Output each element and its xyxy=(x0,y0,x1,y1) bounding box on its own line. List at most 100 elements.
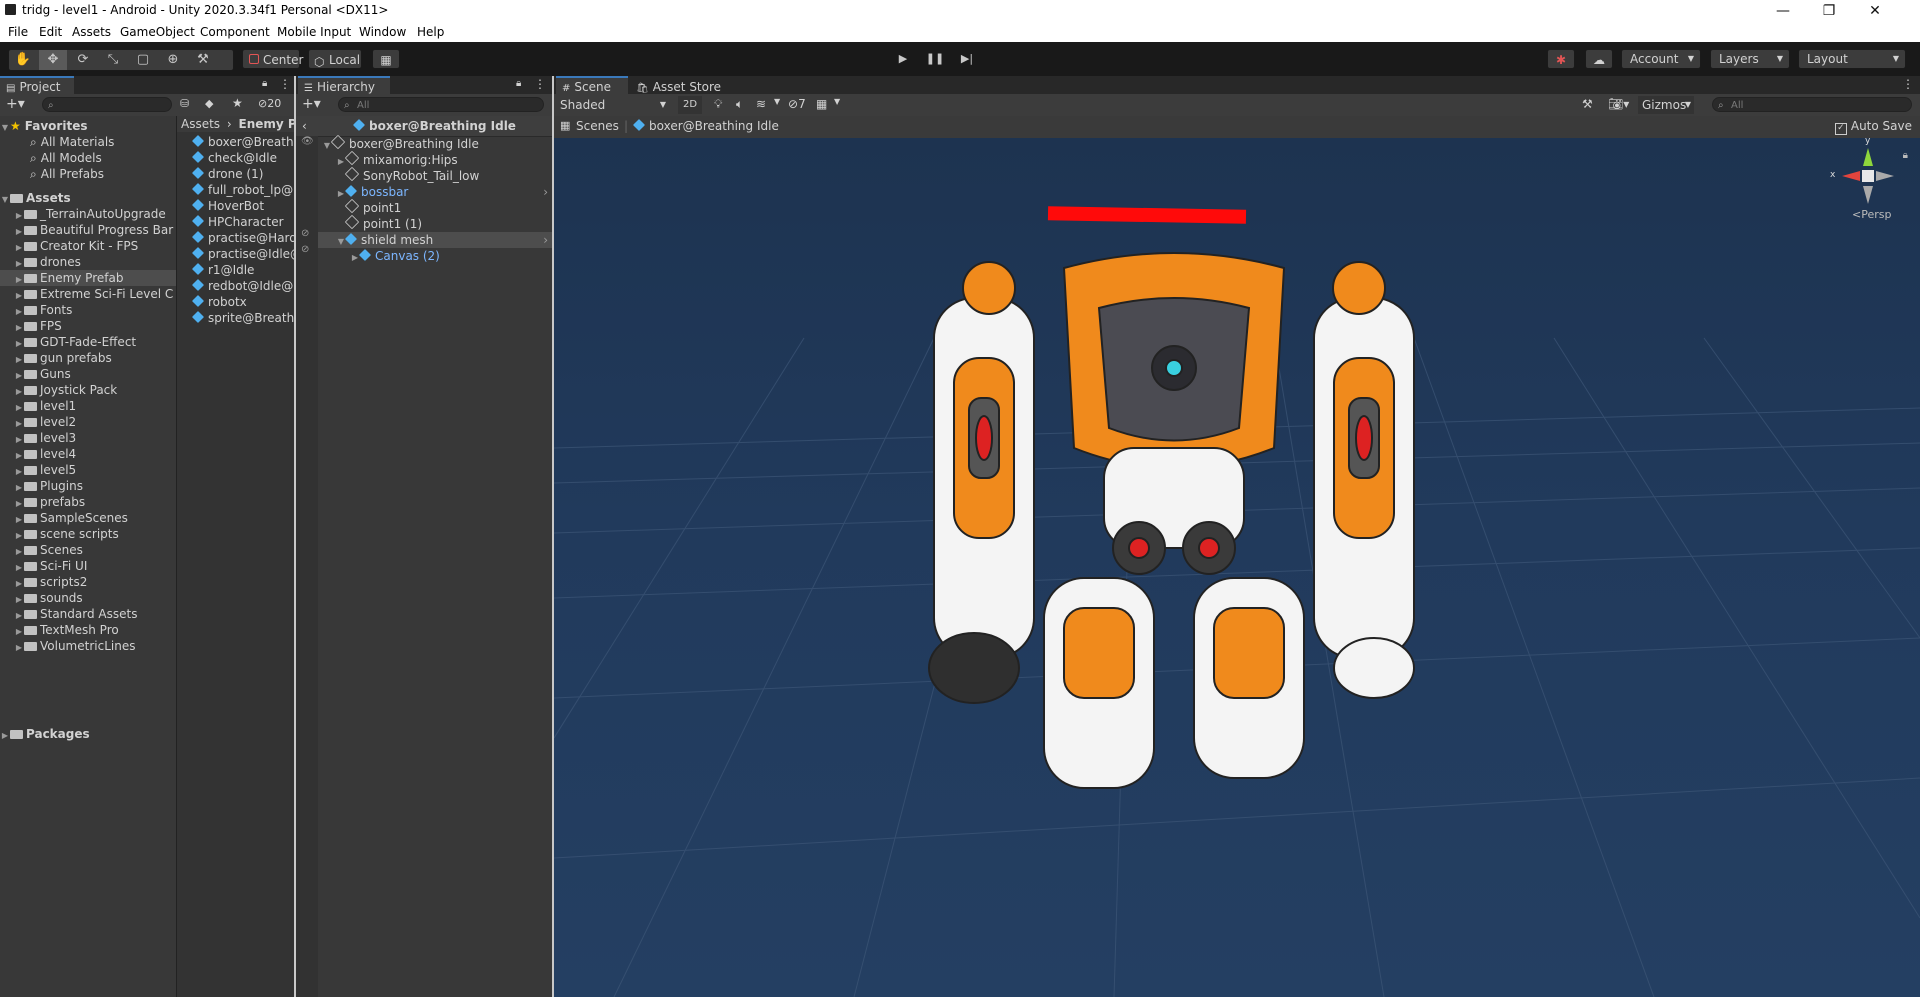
menu-assets[interactable]: Assets xyxy=(72,25,111,39)
tab-project[interactable]: ▤ Project xyxy=(0,76,74,94)
auto-save-toggle[interactable]: ✓ Auto Save xyxy=(1834,119,1912,135)
asset-file-item[interactable]: boxer@Breathir xyxy=(177,134,294,150)
shading-mode-dropdown[interactable]: Shaded ▼ xyxy=(556,96,672,114)
tools-icon[interactable]: ⚒ xyxy=(1582,97,1593,111)
asset-file-item[interactable]: r1@Idle xyxy=(177,262,294,278)
pivot-center-button[interactable]: Center xyxy=(242,49,303,69)
play-button[interactable]: ▶ xyxy=(888,49,918,69)
asset-file-item[interactable]: practise@Hard xyxy=(177,230,294,246)
pivot-local-button[interactable]: ⬡ Local xyxy=(308,49,362,69)
hierarchy-item[interactable]: ▶ Canvas (2) xyxy=(318,248,552,264)
lighting-icon[interactable]: 💡︎ xyxy=(714,97,722,112)
folder-item[interactable]: ▶ Creator Kit - FPS xyxy=(0,238,176,254)
hidden-objects-button[interactable]: ⊘7 xyxy=(788,97,806,111)
asset-file-item[interactable]: drone (1) xyxy=(177,166,294,182)
asset-file-item[interactable]: check@Idle xyxy=(177,150,294,166)
chevron-right-icon[interactable]: › xyxy=(543,232,548,248)
hand-tool-icon[interactable]: ✋ xyxy=(9,50,37,70)
layers-dropdown[interactable]: Layers ▼ xyxy=(1710,49,1790,69)
tab-hierarchy[interactable]: ☰ Hierarchy xyxy=(298,76,390,94)
panel-menu-icon[interactable]: ⋮ xyxy=(1902,77,1914,91)
visibility-eye-icon[interactable]: ⊘ xyxy=(301,244,309,255)
folder-item[interactable]: ▶ Plugins xyxy=(0,478,176,494)
menu-help[interactable]: Help xyxy=(417,25,444,39)
menu-edit[interactable]: Edit xyxy=(39,25,62,39)
create-add-icon[interactable]: +▾ xyxy=(302,96,321,112)
create-add-icon[interactable]: +▾ xyxy=(6,96,25,112)
scene-viewport[interactable]: y x <Persp 🔒︎ xyxy=(554,138,1920,997)
folder-item[interactable]: ▶ scene scripts xyxy=(0,526,176,542)
toggle-2d-button[interactable]: 2D xyxy=(678,96,702,114)
hierarchy-item[interactable]: ▼ shield mesh › xyxy=(318,232,552,248)
folder-item[interactable]: ▶ _TerrainAutoUpgrade xyxy=(0,206,176,222)
hierarchy-item[interactable]: ▶ mixamorig:Hips xyxy=(318,150,552,168)
hierarchy-item[interactable]: point1 xyxy=(318,198,552,216)
folder-item[interactable]: ▶ Standard Assets xyxy=(0,606,176,622)
folder-item[interactable]: ▶ Fonts xyxy=(0,302,176,318)
folder-item[interactable]: ▶ prefabs xyxy=(0,494,176,510)
rotate-tool-icon[interactable]: ⟳ xyxy=(69,50,97,70)
scale-tool-icon[interactable]: ⤡ xyxy=(99,50,127,70)
asset-file-item[interactable]: HPCharacter xyxy=(177,214,294,230)
hierarchy-item[interactable]: point1 (1) xyxy=(318,214,552,232)
folder-item[interactable]: ▶ level2 xyxy=(0,414,176,430)
folder-item[interactable]: ▶ GDT-Fade-Effect xyxy=(0,334,176,350)
folder-item[interactable]: ▶ gun prefabs xyxy=(0,350,176,366)
favorite-item[interactable]: ⌕ All Prefabs xyxy=(0,166,176,182)
step-button[interactable]: ▶| xyxy=(952,49,982,69)
effects-icon[interactable]: ≋ xyxy=(756,97,766,111)
minimize-button[interactable]: — xyxy=(1760,0,1806,22)
folder-item[interactable]: ▶ drones xyxy=(0,254,176,270)
folder-item[interactable]: ▶ Joystick Pack xyxy=(0,382,176,398)
asset-file-item[interactable]: sprite@Breathir xyxy=(177,310,294,326)
hierarchy-search-input[interactable]: ⌕ All xyxy=(338,97,544,112)
account-dropdown[interactable]: Account ▼ xyxy=(1621,49,1701,69)
move-tool-icon[interactable]: ✥ xyxy=(39,50,67,70)
chevron-right-icon[interactable]: › xyxy=(543,184,548,200)
breadcrumb-enemy-prefab[interactable]: Enemy Pre xyxy=(239,117,294,131)
visibility-eye-icon[interactable]: ⊘ xyxy=(301,228,309,239)
filter-type-icon[interactable]: ⛁ xyxy=(180,97,189,110)
layout-dropdown[interactable]: Layout ▼ xyxy=(1798,49,1906,69)
scene-search-input[interactable]: ⌕ All xyxy=(1712,97,1912,112)
breadcrumb-prefab[interactable]: boxer@Breathing Idle xyxy=(632,118,779,133)
folder-item[interactable]: ▶ TextMesh Pro xyxy=(0,622,176,638)
rect-tool-icon[interactable]: ▢ xyxy=(129,50,157,70)
hierarchy-item[interactable]: ▶ bossbar › xyxy=(318,184,552,200)
cloud-button[interactable]: ☁ xyxy=(1585,49,1613,69)
folder-item[interactable]: ▶ Enemy Prefab xyxy=(0,270,176,286)
camera-icon[interactable]: 📷︎▾ xyxy=(1608,97,1629,111)
panel-menu-icon[interactable]: ⋮ xyxy=(534,77,546,91)
folder-item[interactable]: ▶ level1 xyxy=(0,398,176,414)
gizmo-lock-icon[interactable]: 🔒︎ xyxy=(1903,150,1908,161)
favorites-header[interactable]: ▼ ★ Favorites xyxy=(0,118,176,134)
favorite-star-icon[interactable]: ★ xyxy=(232,96,243,110)
gizmos-dropdown[interactable]: Gizmos ▼ xyxy=(1638,96,1694,114)
breadcrumb-assets[interactable]: Assets xyxy=(181,117,220,131)
menu-gameobject[interactable]: GameObject xyxy=(120,25,195,39)
folder-item[interactable]: ▶ Extreme Sci-Fi Level C xyxy=(0,286,176,302)
favorite-item[interactable]: ⌕ All Materials xyxy=(0,134,176,150)
panel-menu-icon[interactable]: ⋮ xyxy=(279,77,291,91)
asset-file-item[interactable]: redbot@Idle@Ic xyxy=(177,278,294,294)
folder-item[interactable]: ▶ SampleScenes xyxy=(0,510,176,526)
projection-toggle[interactable]: <Persp xyxy=(1852,208,1891,221)
lock-icon[interactable]: 🔒︎ xyxy=(516,78,521,89)
custom-tool-icon[interactable]: ⚒ xyxy=(189,50,217,70)
project-search-input[interactable]: ⌕ xyxy=(42,97,172,112)
filter-label-icon[interactable]: ◆ xyxy=(205,97,213,110)
restore-button[interactable]: ❐ xyxy=(1806,0,1852,22)
expand-arrow-icon[interactable]: ▶ xyxy=(350,250,360,266)
collab-button[interactable]: ✱ xyxy=(1547,49,1575,69)
hierarchy-item[interactable]: SonyRobot_Tail_low xyxy=(318,166,552,184)
folder-item[interactable]: ▶ level4 xyxy=(0,446,176,462)
asset-file-item[interactable]: full_robot_lp@Ic xyxy=(177,182,294,198)
close-button[interactable]: ✕ xyxy=(1852,0,1898,22)
folder-item[interactable]: ▶ sounds xyxy=(0,590,176,606)
favorite-item[interactable]: ⌕ All Models xyxy=(0,150,176,166)
menu-file[interactable]: File xyxy=(8,25,28,39)
chevron-down-icon[interactable]: ▼ xyxy=(774,97,780,106)
back-arrow-icon[interactable]: ‹ xyxy=(302,116,307,136)
lock-icon[interactable]: 🔒︎ xyxy=(262,78,267,89)
folder-item[interactable]: ▶ Sci-Fi UI xyxy=(0,558,176,574)
